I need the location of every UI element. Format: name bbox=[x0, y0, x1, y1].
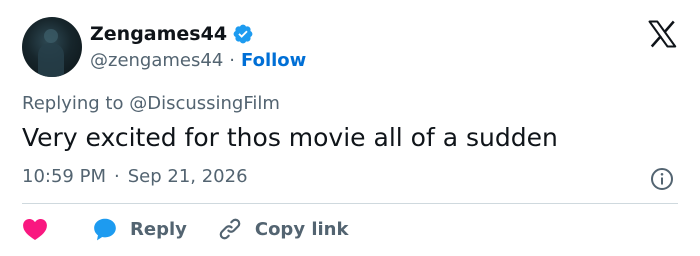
tweet-actions: Reply Copy link bbox=[22, 214, 348, 244]
copy-link-button[interactable]: Copy link bbox=[217, 216, 349, 242]
divider bbox=[22, 203, 678, 204]
tweet-timestamp[interactable]: 10:59 PM · Sep 21, 2026 bbox=[22, 166, 248, 187]
verified-badge-icon bbox=[233, 24, 253, 44]
speech-bubble-icon bbox=[94, 218, 116, 241]
avatar-figure-body bbox=[38, 43, 64, 77]
follow-button[interactable]: Follow bbox=[241, 50, 306, 71]
author-handle[interactable]: @zengames44 bbox=[90, 50, 223, 71]
reply-button[interactable]: Reply bbox=[92, 216, 187, 242]
link-icon bbox=[219, 218, 241, 240]
handle-separator: · bbox=[229, 49, 236, 71]
reply-context-mention[interactable]: @DiscussingFilm bbox=[129, 93, 280, 114]
like-button[interactable] bbox=[22, 217, 48, 241]
author-display-name[interactable]: Zengames44 bbox=[90, 23, 227, 45]
embedded-tweet-card: Zengames44 @zengames44 · Follow Replying… bbox=[0, 0, 700, 256]
avatar-figure-head bbox=[44, 29, 58, 43]
copy-link-button-label: Copy link bbox=[254, 218, 349, 240]
heart-icon bbox=[23, 219, 47, 241]
reply-button-label: Reply bbox=[130, 218, 187, 240]
tweet-time[interactable]: 10:59 PM bbox=[22, 166, 106, 187]
author-name-row: Zengames44 bbox=[90, 20, 254, 48]
reply-context: Replying to @DiscussingFilm bbox=[22, 93, 280, 114]
reply-context-prefix: Replying to bbox=[22, 93, 124, 114]
tweet-text: Very excited for thos movie all of a sud… bbox=[22, 123, 558, 152]
timestamp-separator: · bbox=[113, 166, 120, 187]
author-handle-row: @zengames44 · Follow bbox=[90, 48, 306, 72]
x-logo-icon[interactable] bbox=[648, 20, 678, 48]
info-icon[interactable] bbox=[650, 167, 674, 191]
avatar[interactable] bbox=[22, 17, 82, 77]
tweet-date[interactable]: Sep 21, 2026 bbox=[128, 166, 248, 187]
